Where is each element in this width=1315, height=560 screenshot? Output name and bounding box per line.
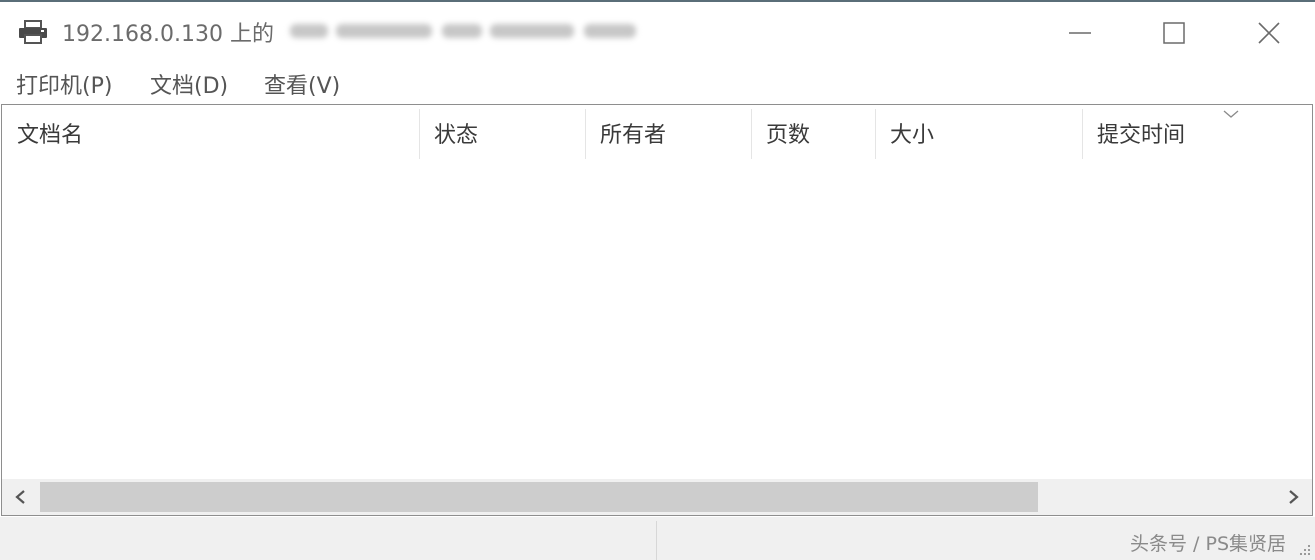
- watermark-text: 头条号 / PS集贤居: [1130, 533, 1286, 555]
- menu-document[interactable]: 文档(D): [150, 68, 228, 100]
- column-header-owner[interactable]: 所有者: [586, 105, 751, 159]
- resize-grip-icon[interactable]: [1298, 543, 1312, 557]
- column-label: 文档名: [17, 123, 84, 148]
- title-bar[interactable]: 192.168.0.130 上的: [0, 2, 1315, 58]
- status-bar: 头条号 / PS集贤居: [0, 517, 1315, 560]
- column-header-pages[interactable]: 页数: [752, 105, 875, 159]
- column-header-status[interactable]: 状态: [420, 105, 585, 159]
- column-header-document-name[interactable]: 文档名: [2, 105, 419, 159]
- column-label: 提交时间: [1097, 123, 1186, 148]
- column-label: 页数: [766, 123, 811, 148]
- menu-bar: 打印机(P) 文档(D) 查看(V): [0, 58, 1315, 104]
- chevron-left-icon: [15, 490, 25, 504]
- column-header-size[interactable]: 大小: [876, 105, 1082, 159]
- scroll-right-button[interactable]: [1276, 479, 1312, 515]
- column-label: 所有者: [600, 123, 667, 148]
- printer-name-redacted: [290, 20, 640, 44]
- window-title: 192.168.0.130 上的: [62, 22, 274, 47]
- maximize-button[interactable]: [1125, 4, 1221, 60]
- print-job-list[interactable]: 文档名 状态 所有者 页数 大小 提交时间: [1, 104, 1313, 516]
- scrollbar-thumb[interactable]: [40, 482, 1038, 512]
- column-label: 大小: [890, 123, 935, 148]
- chevron-down-icon: [1223, 110, 1239, 118]
- column-label: 状态: [434, 123, 479, 148]
- menu-view[interactable]: 查看(V): [264, 68, 340, 100]
- minimize-icon: [1069, 32, 1091, 34]
- menu-printer[interactable]: 打印机(P): [16, 68, 112, 100]
- chevron-right-icon: [1289, 490, 1299, 504]
- maximize-icon: [1163, 22, 1185, 44]
- close-icon: [1258, 22, 1280, 44]
- status-divider: [656, 521, 657, 560]
- list-header: 文档名 状态 所有者 页数 大小 提交时间: [2, 105, 1312, 159]
- minimize-button[interactable]: [1031, 4, 1127, 60]
- scroll-left-button[interactable]: [2, 479, 38, 515]
- printer-icon: [17, 20, 49, 44]
- print-queue-window: 192.168.0.130 上的 打印机(P) 文档(D) 查看(V) 文档名 …: [0, 0, 1315, 560]
- close-button[interactable]: [1220, 4, 1315, 60]
- horizontal-scrollbar[interactable]: [2, 479, 1312, 515]
- column-header-submitted[interactable]: 提交时间: [1083, 105, 1312, 159]
